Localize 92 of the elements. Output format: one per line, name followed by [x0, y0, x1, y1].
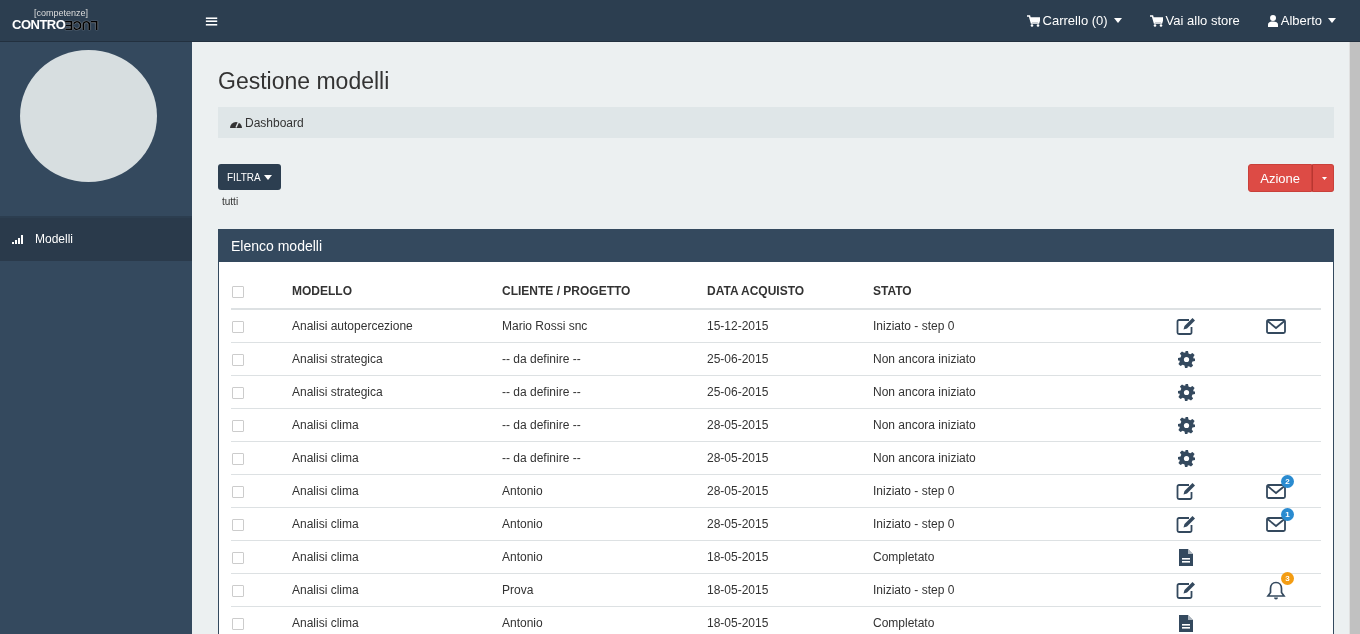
gear-icon[interactable] [1177, 449, 1195, 467]
action-button[interactable]: Azione [1248, 164, 1312, 192]
checkbox[interactable] [232, 485, 244, 498]
nav-link[interactable]: Carrello (0) [1026, 13, 1122, 28]
table-cell: Analisi clima [291, 441, 501, 475]
table-cell: Prova [501, 573, 706, 607]
table-cell: Iniziato - step 0 [872, 507, 1141, 541]
table-cell: -- da definire -- [501, 441, 706, 475]
table-cell: Analisi clima [291, 573, 501, 607]
user-icon [1267, 14, 1278, 27]
caret-icon [263, 174, 272, 180]
table-cell: -- da definire -- [501, 408, 706, 442]
checkbox[interactable] [232, 551, 244, 564]
table-cell: 28-05-2015 [706, 441, 872, 475]
envelope-icon[interactable] [1266, 516, 1286, 532]
checkbox[interactable] [232, 617, 244, 630]
table-cell: 18-05-2015 [706, 573, 872, 607]
panel-header: Elenco modelli [219, 230, 1333, 262]
nav-link[interactable]: Alberto [1267, 13, 1336, 28]
table-cell: 18-05-2015 [706, 540, 872, 574]
table-cell: 25-06-2015 [706, 375, 872, 409]
cart-icon [1026, 14, 1040, 27]
table-cell: Mario Rossi snc [501, 309, 706, 343]
signal-bars-icon [12, 234, 24, 244]
gear-icon[interactable] [1177, 383, 1195, 401]
table-cell: Antonio [501, 606, 706, 634]
document-icon[interactable] [1179, 548, 1193, 566]
table-cell: -- da definire -- [501, 342, 706, 376]
table-cell: Analisi clima [291, 540, 501, 574]
filter-button[interactable]: FILTRA [218, 164, 281, 190]
table-cell: 25-06-2015 [706, 342, 872, 376]
checkbox[interactable] [232, 353, 244, 366]
table-cell: Iniziato - step 0 [872, 573, 1141, 607]
table-cell: Analisi strategica [291, 375, 501, 409]
edit-icon[interactable] [1176, 482, 1196, 500]
edit-icon[interactable] [1176, 515, 1196, 533]
table-cell: Antonio [501, 540, 706, 574]
page-title: Gestione modelli [218, 68, 391, 95]
table-cell: Antonio [501, 474, 706, 508]
table-cell: Analisi clima [291, 507, 501, 541]
checkbox[interactable] [232, 386, 244, 399]
envelope-icon[interactable] [1266, 318, 1286, 334]
table-cell: 28-05-2015 [706, 408, 872, 442]
table-cell: 18-05-2015 [706, 606, 872, 634]
document-icon[interactable] [1179, 614, 1193, 632]
count-badge: 3 [1281, 571, 1294, 585]
filter-value: tutti [222, 196, 239, 207]
table-cell: Completato [872, 540, 1141, 574]
logo-text: CONTRO [12, 18, 66, 32]
table-cell: 15-12-2015 [706, 309, 872, 343]
logo-text: LUCE [65, 18, 99, 32]
table-cell: Non ancora iniziato [872, 441, 1141, 475]
checkbox[interactable] [232, 285, 244, 298]
table-cell: -- da definire -- [501, 375, 706, 409]
edit-icon[interactable] [1176, 317, 1196, 335]
table-cell: Completato [872, 606, 1141, 634]
table-cell: Non ancora iniziato [872, 342, 1141, 376]
checkbox[interactable] [232, 518, 244, 531]
column-header: MODELLO [291, 274, 501, 309]
edit-icon[interactable] [1176, 581, 1196, 599]
table-cell: Analisi clima [291, 408, 501, 442]
table-cell: Non ancora iniziato [872, 408, 1141, 442]
scrollbar[interactable] [1349, 42, 1360, 634]
logo-tagline: [competenze] [34, 9, 90, 18]
table-cell: Analisi clima [291, 474, 501, 508]
table-cell: Analisi autopercezione [291, 309, 501, 343]
nav-link[interactable]: Vai allo store [1149, 13, 1240, 28]
table-cell: Antonio [501, 507, 706, 541]
column-header: CLIENTE / PROGETTO [501, 274, 706, 309]
caret-icon [1322, 175, 1327, 181]
envelope-icon[interactable] [1266, 483, 1286, 499]
checkbox[interactable] [232, 320, 244, 333]
cart-icon [1149, 14, 1163, 27]
column-header: STATO [872, 274, 1141, 309]
table-cell: 28-05-2015 [706, 474, 872, 508]
table-cell: Non ancora iniziato [872, 375, 1141, 409]
table-cell: Analisi clima [291, 606, 501, 634]
checkbox[interactable] [232, 419, 244, 432]
dropdown-toggle[interactable] [1312, 164, 1334, 192]
sidebar-item[interactable]: Modelli [0, 218, 192, 261]
gear-icon[interactable] [1177, 416, 1195, 434]
table-cell: Iniziato - step 0 [872, 309, 1141, 343]
gear-icon[interactable] [1177, 350, 1195, 368]
checkbox[interactable] [232, 452, 244, 465]
table-cell: Iniziato - step 0 [872, 474, 1141, 508]
table-cell: Analisi strategica [291, 342, 501, 376]
table-cell: 28-05-2015 [706, 507, 872, 541]
bell-icon[interactable] [1266, 580, 1286, 600]
breadcrumb-link[interactable]: Dashboard [230, 115, 304, 130]
column-header: DATA ACQUISTO [706, 274, 872, 309]
checkbox[interactable] [232, 584, 244, 597]
menu-button[interactable]: ≡ [200, 10, 224, 31]
